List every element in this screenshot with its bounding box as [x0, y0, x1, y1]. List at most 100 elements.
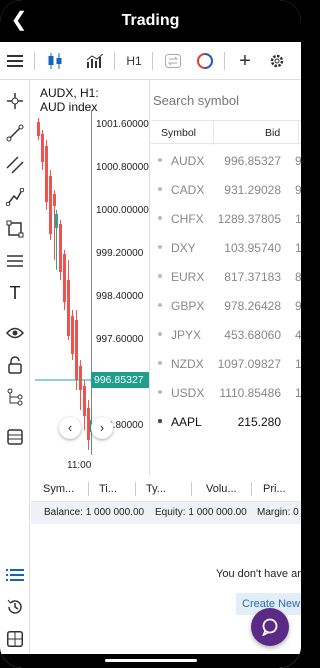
- candle-body: [63, 254, 66, 302]
- timeframe-button[interactable]: H1: [122, 48, 146, 74]
- watchlist-row[interactable]: NZDX 1097.09827 10: [151, 349, 301, 378]
- column-bid[interactable]: Bid: [265, 127, 280, 139]
- watchlist-row[interactable]: AAPL 215.280: [151, 407, 301, 436]
- current-price-tag: 996.85327: [91, 372, 149, 388]
- watchlist-row[interactable]: JPYX 453.68060 4: [151, 320, 301, 349]
- column-symbol[interactable]: Sym...: [43, 483, 74, 495]
- scroll-right-button[interactable]: ›: [91, 417, 113, 439]
- trend-line-icon[interactable]: [4, 122, 26, 144]
- page-title: Trading: [121, 12, 180, 29]
- candle-body: [55, 214, 58, 228]
- toolbar-divider: [152, 52, 153, 70]
- search-symbol-input[interactable]: Search symbol: [153, 93, 239, 108]
- watchlist-row[interactable]: CHFX 1289.37805 12: [151, 204, 301, 233]
- app-bar: ❮ Trading: [0, 0, 301, 42]
- polyline-icon[interactable]: [4, 186, 26, 208]
- watchlist-row[interactable]: USDX 1110.85486 11: [151, 378, 301, 407]
- row-ask: 9: [295, 299, 301, 313]
- watchlist-row[interactable]: AUDX 996.85327 9: [151, 146, 301, 175]
- home-indicator-bar: [105, 659, 197, 662]
- price-axis-label: 999.20000: [96, 248, 144, 259]
- row-symbol: GBPX: [171, 299, 205, 313]
- column-symbol[interactable]: Symbol: [161, 127, 196, 139]
- row-ask: 9: [295, 154, 301, 168]
- menu-icon[interactable]: [4, 48, 26, 74]
- toolbar-divider: [114, 52, 115, 70]
- row-bid: 1110.85486: [219, 386, 281, 400]
- price-axis-label: 1001.60000: [96, 119, 149, 130]
- indicators-icon[interactable]: [84, 48, 106, 74]
- layers-icon[interactable]: [4, 426, 26, 448]
- column-volume[interactable]: Volu...: [206, 483, 237, 495]
- candlestick-plot[interactable]: [35, 110, 93, 455]
- rectangle-icon[interactable]: [4, 218, 26, 240]
- chat-button[interactable]: [251, 608, 289, 646]
- candle-body: [71, 316, 74, 354]
- add-icon[interactable]: +: [234, 48, 256, 74]
- text-tool-icon[interactable]: T: [4, 282, 26, 304]
- watchlist-row[interactable]: CADX 931.29028 9: [151, 175, 301, 204]
- chart-toolbar: H1 +: [0, 42, 301, 80]
- status-dot: [158, 419, 162, 423]
- price-axis-label: 997.60000: [96, 334, 144, 345]
- row-symbol: AUDX: [171, 154, 205, 168]
- watchlist-row[interactable]: GBPX 978.26428 9: [151, 291, 301, 320]
- drawing-tools-sidebar: T: [0, 80, 30, 668]
- row-bid: 978.26428: [224, 299, 281, 313]
- status-dot: [158, 332, 162, 336]
- price-chart[interactable]: AUDX, H1: AUD index 1001.60000 1000.8000…: [31, 80, 150, 475]
- row-ask: 1: [295, 241, 301, 255]
- time-axis-label: 11:00: [67, 460, 92, 471]
- settings-icon[interactable]: [266, 48, 288, 74]
- status-dot: [158, 303, 162, 307]
- trading-screen: ❮ Trading H1 + T AUDX, H1: AUD index 100…: [0, 0, 301, 668]
- column-divider: [191, 482, 192, 496]
- watchlist-row[interactable]: DXY 103.95740 1: [151, 233, 301, 262]
- watchlist-tab-icon[interactable]: [4, 564, 26, 586]
- price-axis-label: 998.40000: [96, 291, 144, 302]
- history-icon[interactable]: [4, 596, 26, 618]
- column-divider: [213, 121, 214, 145]
- orders-header: Sym... Ti... Ty... Volu... Pri...: [31, 476, 301, 502]
- candle-body: [67, 280, 70, 336]
- sync-icon[interactable]: [162, 48, 184, 74]
- row-bid: 215.280: [237, 415, 281, 429]
- candlestick-series: [35, 118, 93, 450]
- watchlist-header: Symbol Bid: [151, 120, 301, 145]
- candle-body: [37, 122, 40, 136]
- candle-body: [83, 386, 86, 416]
- candle-body: [79, 366, 82, 390]
- object-tree-icon[interactable]: [4, 386, 26, 408]
- row-ask: 12: [295, 212, 301, 226]
- toolbar-divider: [224, 52, 225, 70]
- column-divider: [88, 482, 89, 496]
- column-price[interactable]: Pri...: [263, 483, 286, 495]
- row-bid: 103.95740: [224, 241, 281, 255]
- row-symbol: CADX: [171, 183, 205, 197]
- row-bid: 1097.09827: [217, 357, 281, 371]
- status-dot: [158, 245, 162, 249]
- theme-icon[interactable]: [194, 48, 216, 74]
- watchlist-row[interactable]: EURX 817.37183 8: [151, 262, 301, 291]
- column-divider: [135, 482, 136, 496]
- row-ask: 11: [295, 386, 301, 400]
- column-time[interactable]: Ti...: [99, 483, 117, 495]
- row-symbol: DXY: [171, 241, 196, 255]
- balance-value: Balance: 1 000 000.00: [44, 507, 145, 518]
- parallel-channel-icon[interactable]: [4, 154, 26, 176]
- equity-value: Equity: 1 000 000.00: [155, 507, 247, 518]
- crosshair-icon[interactable]: [4, 90, 26, 112]
- visibility-eye-icon[interactable]: [4, 322, 26, 344]
- candle-body: [41, 134, 44, 162]
- fibonacci-icon[interactable]: [4, 250, 26, 272]
- chart-symbol-line: AUDX, H1:: [40, 86, 99, 100]
- row-symbol: USDX: [171, 386, 205, 400]
- candle-body: [45, 146, 48, 202]
- lock-icon[interactable]: [4, 354, 26, 376]
- calculator-icon[interactable]: [4, 628, 26, 650]
- row-symbol: EURX: [171, 270, 205, 284]
- candlestick-type-icon[interactable]: [44, 48, 66, 74]
- candle-body: [87, 408, 90, 440]
- column-type[interactable]: Ty...: [146, 483, 166, 495]
- scroll-left-button[interactable]: ‹: [59, 417, 81, 439]
